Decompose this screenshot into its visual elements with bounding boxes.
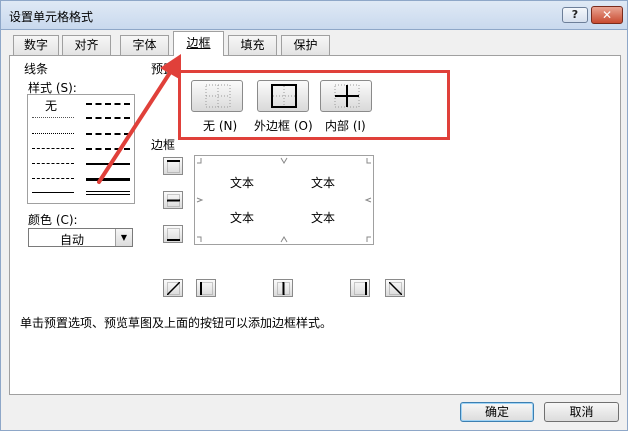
line-color-select[interactable]: 自动 ▼ [28, 228, 133, 247]
tab-label: 保护 [293, 38, 318, 52]
border-bottom-icon [167, 228, 180, 241]
line-style-thin[interactable] [32, 192, 74, 193]
border-diagonal-up-button[interactable] [163, 279, 183, 297]
preview-text-bottom-right: 文本 [311, 211, 336, 225]
preview-text-bottom-left: 文本 [230, 211, 255, 225]
line-style-dash-dot[interactable] [32, 163, 74, 164]
tab-label: 数字 [23, 38, 48, 52]
border-diagonal-down-button[interactable] [385, 279, 405, 297]
color-label: 颜色 (C): [28, 213, 78, 227]
window-title: 设置单元格格式 [9, 10, 94, 24]
hint-text: 单击预置选项、预览草图及上面的按钮可以添加边框样式。 [20, 316, 333, 330]
ok-button[interactable]: 确定 [460, 402, 534, 422]
help-button[interactable]: ? [562, 7, 588, 23]
border-inside-vertical-icon [277, 282, 290, 295]
diagonal-down-icon [389, 282, 402, 295]
line-heading: 线条 [24, 62, 49, 76]
line-style-none[interactable]: 无 [45, 97, 57, 114]
preview-text-top-right: 文本 [311, 176, 336, 190]
border-inside-horizontal-button[interactable] [163, 191, 183, 209]
border-right-icon [354, 282, 367, 295]
line-style-double[interactable] [86, 191, 130, 195]
tab-protection[interactable]: 保护 [281, 35, 330, 55]
chevron-down-icon[interactable]: ▼ [115, 229, 132, 246]
diagonal-up-icon [167, 282, 180, 295]
title-bar: 设置单元格格式 ? ✕ [0, 0, 628, 30]
dialog-body: 数字 对齐 字体 边框 填充 保护 线条 样式 (S): 无 颜色 (C): 自… [0, 30, 628, 431]
border-inside-vertical-button[interactable] [273, 279, 293, 297]
border-left-button[interactable] [196, 279, 216, 297]
border-right-button[interactable] [350, 279, 370, 297]
red-arrow-annotation [97, 54, 181, 184]
border-inside-horizontal-icon [167, 194, 180, 207]
line-style-dashed[interactable] [32, 178, 74, 179]
close-button[interactable]: ✕ [591, 6, 623, 24]
border-bottom-button[interactable] [163, 225, 183, 243]
cancel-button[interactable]: 取消 [544, 402, 619, 422]
line-style-dash-dot-dot[interactable] [32, 148, 74, 149]
line-color-value: 自动 [59, 233, 84, 247]
border-left-icon [200, 282, 213, 295]
line-style-dotted[interactable] [32, 133, 74, 134]
line-style-hair[interactable] [32, 117, 74, 118]
tab-number[interactable]: 数字 [13, 35, 59, 55]
